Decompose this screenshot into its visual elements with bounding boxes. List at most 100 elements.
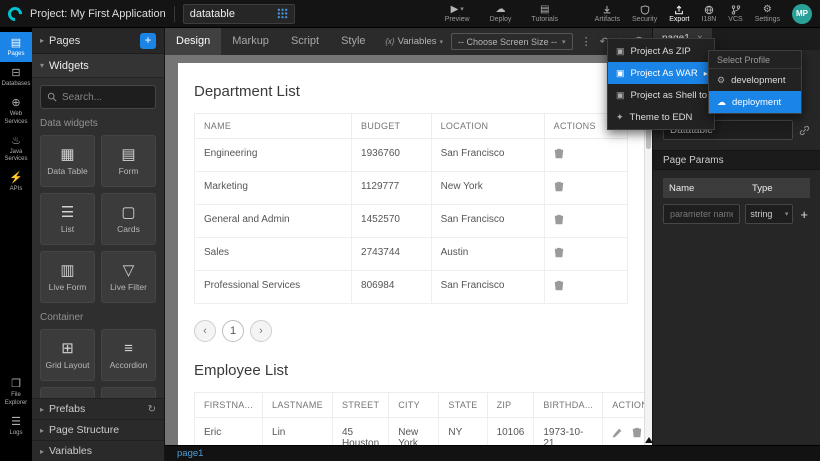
rail-item-apis[interactable]: ⚡ APIs [0,167,32,197]
rail-item-pages[interactable]: ▤ Pages [0,32,32,62]
widget-search[interactable] [40,85,156,109]
emp-column-header[interactable]: ZIP [487,393,534,418]
tab-design[interactable]: Design [165,28,221,55]
page-selector[interactable]: datatable [183,4,295,24]
widget-grid-layout[interactable]: ⊞ Grid Layout [40,329,95,381]
container-widgets-label: Container [40,312,156,323]
zip-icon: ▣ [616,46,625,57]
widget-live-form[interactable]: ▥ Live Form [40,251,95,303]
emp-column-header[interactable]: BIRTHDA... [534,393,603,418]
param-type-select[interactable]: string ▾ [745,204,793,224]
page-prev-button[interactable]: ‹ [194,320,216,342]
page-number-button[interactable]: 1 [222,320,244,342]
chevron-down-icon[interactable]: ▾ [460,4,464,15]
widget-tabs[interactable]: ⊟ Tabs [40,387,95,398]
table-row[interactable]: General and Admin 1452570 San Francisco [195,205,628,238]
widget-data-table[interactable]: ▦ Data Table [40,135,95,187]
param-name-input[interactable] [663,204,740,224]
variables-dropdown[interactable]: {x} Variables ▾ [385,36,443,47]
export-button[interactable]: Export [669,4,689,23]
widget-live-filter[interactable]: ▽ Live Filter [101,251,156,303]
emp-column-header[interactable]: CITY [389,393,439,418]
settings-button[interactable]: ⚙ Settings [755,4,780,23]
tab-markup[interactable]: Markup [221,28,280,55]
emp-column-header[interactable]: STATE [439,393,487,418]
preview-button[interactable]: ▶▾ Preview [445,4,470,23]
avatar[interactable]: MP [792,4,812,24]
dept-column-header[interactable]: LOCATION [431,114,544,139]
menu-item-theme-to-edn[interactable]: ✦ Theme to EDN [608,106,714,128]
edit-row-icon[interactable] [612,428,622,438]
pages-header[interactable]: ▸ Pages + [32,28,164,54]
menu-item-project-as-shell[interactable]: ▣ Project as Shell to EDN [608,84,714,106]
tab-style[interactable]: Style [330,28,376,55]
tab-script[interactable]: Script [280,28,330,55]
i18n-button[interactable]: I18N [702,4,717,23]
statusbar-page-link[interactable]: page1 [177,448,203,459]
canvas-area: Department List NAME BUDGET LOCATION ACT… [165,55,652,461]
dept-column-header[interactable]: NAME [195,114,352,139]
widget-form[interactable]: ▤ Form [101,135,156,187]
widgets-header[interactable]: ▾ Widgets [32,54,164,78]
page-params-header[interactable]: Page Params [653,150,820,170]
app-logo[interactable] [5,4,25,24]
database-icon: ⊟ [11,67,20,79]
widget-cards[interactable]: ▢ Cards [101,193,156,245]
link-icon[interactable] [799,125,810,136]
page-next-button[interactable]: › [250,320,272,342]
delete-row-icon[interactable] [554,280,564,291]
menu-item-project-as-zip[interactable]: ▣ Project As ZIP [608,40,714,62]
add-param-button[interactable]: + [798,207,810,222]
deploy-button[interactable]: ☁ Deploy [490,4,512,23]
accordion-icon: ≡ [124,341,133,357]
table-row[interactable]: Sales 2743744 Austin [195,238,628,271]
submenu-item-development[interactable]: ⚙ development [709,69,801,91]
dept-column-header[interactable]: BUDGET [352,114,432,139]
add-page-button[interactable]: + [140,33,156,49]
widget-wizard[interactable]: ◉ Wizard [101,387,156,398]
emp-column-header[interactable]: STREET [332,393,388,418]
emp-column-header[interactable]: LASTNAME [263,393,333,418]
delete-row-icon[interactable] [554,181,564,192]
rail-item-java-services[interactable]: ♨ Java Services [0,130,32,167]
emp-column-header[interactable]: FIRSTNA... [195,393,263,418]
screen-size-select[interactable]: -- Choose Screen Size -- ▾ [451,33,573,50]
grid-dots-icon[interactable] [277,8,288,19]
param-name-column: Name [663,183,752,194]
widget-accordion[interactable]: ≡ Accordion [101,329,156,381]
vcs-button[interactable]: VCS [728,4,742,23]
artifacts-button[interactable]: Artifacts [595,4,620,23]
menu-item-project-as-war[interactable]: ▣ Project As WAR ▸ [608,62,714,84]
live-filter-icon: ▽ [123,263,135,279]
delete-row-icon[interactable] [554,214,564,225]
submenu-item-deployment[interactable]: ☁ deployment [709,91,801,113]
emp-table-title: Employee List [194,362,628,379]
table-row[interactable]: Engineering 1936760 San Francisco [195,139,628,172]
variables-section[interactable]: ▸ Variables [32,440,164,461]
department-table[interactable]: NAME BUDGET LOCATION ACTIONS Engineering… [194,113,628,304]
coffee-icon: ♨ [11,135,21,147]
table-row[interactable]: Marketing 1129777 New York [195,172,628,205]
emp-column-header[interactable]: ACTIONS [603,393,644,418]
variables-icon: {x} [385,37,394,46]
rail-item-databases[interactable]: ⊟ Databases [0,62,32,92]
rail-item-logs[interactable]: ☰ Logs [0,411,32,441]
delete-row-icon[interactable] [554,148,564,159]
studio-app: Project: My First Application datatable … [0,0,820,461]
widget-list[interactable]: ☰ List [40,193,95,245]
delete-row-icon[interactable] [554,247,564,258]
rail-item-file-explorer[interactable]: ❒ File Explorer [0,373,32,410]
rail-item-web-services[interactable]: ⊕ Web Services [0,92,32,129]
page-structure-section[interactable]: ▸ Page Structure [32,419,164,440]
page-canvas[interactable]: Department List NAME BUDGET LOCATION ACT… [178,63,644,461]
more-options-icon[interactable]: ⋮ [581,35,592,48]
prefabs-section[interactable]: ▸ Prefabs ↻ [32,398,164,419]
security-button[interactable]: Security [632,4,657,23]
scroll-arrow-icon[interactable] [645,437,652,443]
tutorials-button[interactable]: ▤ Tutorials [531,4,558,23]
data-widgets-label: Data widgets [40,118,156,129]
table-row[interactable]: Professional Services 806984 San Francis… [195,271,628,304]
search-input[interactable] [62,92,149,103]
refresh-icon[interactable]: ↻ [148,404,156,415]
delete-row-icon[interactable] [632,427,642,438]
